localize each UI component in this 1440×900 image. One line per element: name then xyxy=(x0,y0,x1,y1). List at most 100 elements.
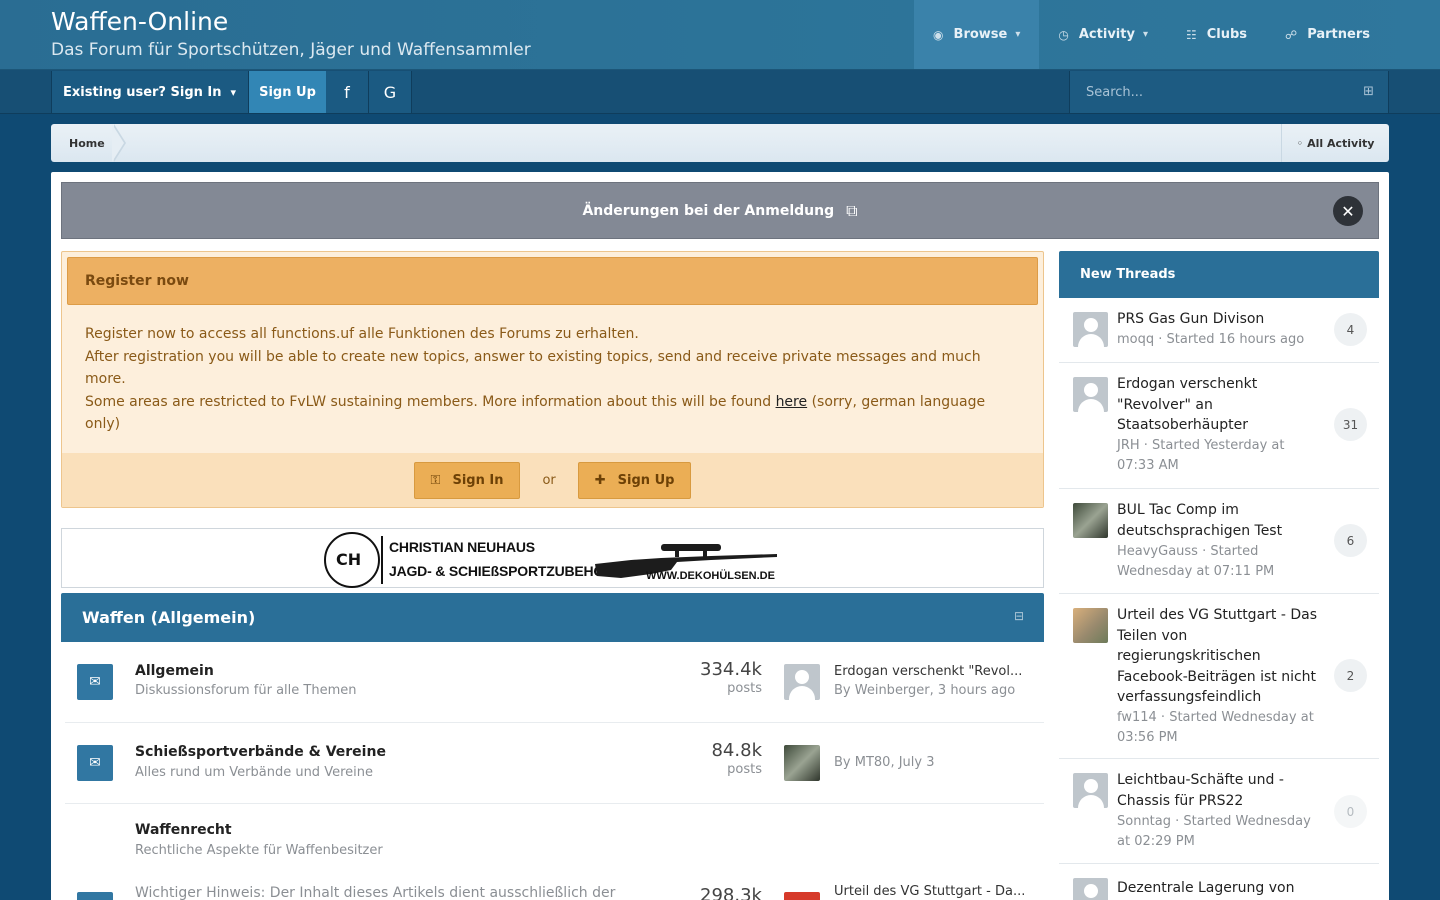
sign-in-label: Existing user? Sign In xyxy=(63,84,222,100)
reply-count: 6 xyxy=(1334,524,1367,557)
chevron-down-icon: ▾ xyxy=(230,85,237,99)
avatar[interactable] xyxy=(1073,878,1108,900)
breadcrumb-home[interactable]: Home xyxy=(51,124,121,162)
forum-notice: Wichtiger Hinweis: Der Inhalt dieses Art… xyxy=(135,885,616,900)
forum-category-header: Waffen (Allgemein) ⊟ xyxy=(61,593,1044,642)
register-line-1: Register now to access all functions.uf … xyxy=(85,326,639,342)
ad-logo: CH xyxy=(324,532,380,588)
register-line-2: After registration you will be able to c… xyxy=(85,348,981,388)
forum-description: Diskussionsforum für alle Themen xyxy=(135,683,357,698)
avatar[interactable] xyxy=(784,664,820,700)
forum-category-title[interactable]: Waffen (Allgemein) xyxy=(82,608,255,627)
activity-icon: ◷ xyxy=(1058,27,1069,42)
forum-post-count: 298.3k xyxy=(700,885,762,900)
search-options-icon[interactable]: ⊞ xyxy=(1363,84,1374,99)
thread-meta: fw114 · Started Wednesday at 03:56 PM xyxy=(1117,710,1314,745)
thread-item[interactable]: PRS Gas Gun Divison moqq · Started 16 ho… xyxy=(1059,298,1379,363)
site-header: Waffen-Online Das Forum für Sportschütze… xyxy=(0,0,1440,70)
sign-up-button[interactable]: Sign Up xyxy=(249,71,326,113)
last-post-meta: By MT80, July 3 xyxy=(834,755,935,770)
user-plus-icon: ✚ xyxy=(594,472,606,488)
post-count-value: 298.3k xyxy=(700,885,762,900)
google-login-icon[interactable]: G xyxy=(369,71,412,113)
thread-title[interactable]: PRS Gas Gun Divison xyxy=(1117,309,1317,330)
nav-activity-label: Activity xyxy=(1078,27,1135,42)
forum-title[interactable]: Allgemein xyxy=(135,663,214,679)
reply-count: 31 xyxy=(1334,408,1367,441)
nav-partners[interactable]: ☍ Partners xyxy=(1266,0,1389,69)
thread-meta: Sonntag · Started Wednesday at 02:29 PM xyxy=(1117,814,1311,849)
thread-title[interactable]: Leichtbau-Schäfte und - Chassis für PRS2… xyxy=(1117,770,1317,811)
breadcrumb: Home ◦ All Activity xyxy=(51,124,1389,162)
thread-item[interactable]: Dezentrale Lagerung von xyxy=(1059,864,1379,900)
new-threads-header: New Threads xyxy=(1059,251,1379,298)
forum-row: ✉ Schießsportverbände & Vereine Alles ru… xyxy=(65,723,1044,804)
breadcrumb-separator-inner xyxy=(112,124,124,162)
register-message: Register now to access all functions.uf … xyxy=(85,323,1005,436)
thread-item[interactable]: Urteil des VG Stuttgart - Das Teilen von… xyxy=(1059,594,1379,759)
nav-clubs-label: Clubs xyxy=(1206,27,1248,42)
collapse-icon[interactable]: ⊟ xyxy=(1014,609,1024,623)
avatar[interactable] xyxy=(1073,773,1108,808)
avatar[interactable] xyxy=(1073,503,1108,538)
thread-title[interactable]: Erdogan verschenkt "Revolver" an Staatso… xyxy=(1117,374,1317,436)
here-link[interactable]: here xyxy=(776,394,808,410)
search-box: ⊞ xyxy=(1069,71,1389,113)
main-panel: Änderungen bei der Anmeldung ⧉ ✕ Registe… xyxy=(51,172,1389,900)
forum-post-count: 84.8k posts xyxy=(711,740,762,777)
forum-description: Rechtliche Aspekte für Waffenbesitzer xyxy=(135,843,383,858)
nav-clubs[interactable]: ☷ Clubs xyxy=(1167,0,1266,69)
post-count-label: posts xyxy=(727,762,762,777)
close-icon[interactable]: ✕ xyxy=(1333,196,1363,226)
all-activity-link[interactable]: ◦ All Activity xyxy=(1281,124,1389,162)
or-separator: or xyxy=(542,472,556,488)
announcement-text: Änderungen bei der Anmeldung xyxy=(582,202,835,219)
forum-chat-icon[interactable]: ✉ xyxy=(77,892,113,900)
forum-chat-icon[interactable]: ✉ xyxy=(77,664,113,700)
forum-row: ✉ Allgemein Diskussionsforum für alle Th… xyxy=(65,642,1044,723)
forum-title[interactable]: Schießsportverbände & Vereine xyxy=(135,744,386,760)
avatar[interactable] xyxy=(784,892,820,900)
last-post-title[interactable]: Erdogan verschenkt "Revol... xyxy=(834,664,1034,679)
chevron-down-icon: ▾ xyxy=(1142,29,1148,40)
forum-post-count: 334.4k posts xyxy=(700,659,762,696)
thread-title[interactable]: BUL Tac Comp im deutschsprachigen Test xyxy=(1117,500,1317,541)
sign-in-dropdown[interactable]: Existing user? Sign In ▾ xyxy=(51,71,249,113)
forum-title[interactable]: Waffenrecht xyxy=(135,822,232,838)
ad-company-tagline: JAGD- & SCHIEßSPORTZUBEHÖR xyxy=(389,563,615,579)
partner-icon: ☍ xyxy=(1285,27,1298,42)
last-post-meta: By Weinberger, 3 hours ago xyxy=(834,683,1016,698)
nav-activity[interactable]: ◷ Activity ▾ xyxy=(1039,0,1167,69)
compass-icon: ◉ xyxy=(933,27,944,42)
register-sign-in-button[interactable]: ⚿ Sign In xyxy=(413,461,521,499)
thread-item[interactable]: Leichtbau-Schäfte und - Chassis für PRS2… xyxy=(1059,759,1379,864)
thread-meta: moqq · Started 16 hours ago xyxy=(1117,332,1305,347)
avatar[interactable] xyxy=(1073,377,1108,412)
facebook-login-icon[interactable]: f xyxy=(326,71,369,113)
announcement-bar[interactable]: Änderungen bei der Anmeldung ⧉ ✕ xyxy=(61,182,1379,239)
rss-icon: ◦ xyxy=(1296,136,1304,150)
forum-description: Alles rund um Verbände und Vereine xyxy=(135,765,373,780)
thread-item[interactable]: Erdogan verschenkt "Revolver" an Staatso… xyxy=(1059,363,1379,489)
forum-chat-icon[interactable]: ✉ xyxy=(77,745,113,781)
last-post-title[interactable]: Urteil des VG Stuttgart - Da... xyxy=(834,884,1034,899)
nav-browse-label: Browse xyxy=(953,27,1008,42)
main-nav: ◉ Browse ▾ ◷ Activity ▾ ☷ Clubs ☍ Partne… xyxy=(914,0,1389,69)
sign-up-button-label: Sign Up xyxy=(617,472,675,488)
thread-item[interactable]: BUL Tac Comp im deutschsprachigen Test H… xyxy=(1059,489,1379,594)
external-link-icon: ⧉ xyxy=(846,200,858,220)
register-line-3-text: Some areas are restricted to FvLW sustai… xyxy=(85,393,776,410)
search-input[interactable] xyxy=(1070,71,1340,113)
thread-title[interactable]: Dezentrale Lagerung von xyxy=(1117,878,1317,899)
forum-row: Waffenrecht Rechtliche Aspekte für Waffe… xyxy=(65,804,1044,900)
avatar[interactable] xyxy=(1073,608,1108,643)
avatar[interactable] xyxy=(784,745,820,781)
register-sign-up-button[interactable]: ✚ Sign Up xyxy=(577,461,692,499)
thread-title[interactable]: Urteil des VG Stuttgart - Das Teilen von… xyxy=(1117,605,1317,708)
avatar[interactable] xyxy=(1073,312,1108,347)
nav-browse[interactable]: ◉ Browse ▾ xyxy=(914,0,1040,69)
site-title[interactable]: Waffen-Online xyxy=(51,7,228,36)
ad-divider xyxy=(381,536,383,584)
ad-banner[interactable]: CH CHRISTIAN NEUHAUS JAGD- & SCHIEßSPORT… xyxy=(61,528,1044,588)
nav-partners-label: Partners xyxy=(1307,27,1370,42)
